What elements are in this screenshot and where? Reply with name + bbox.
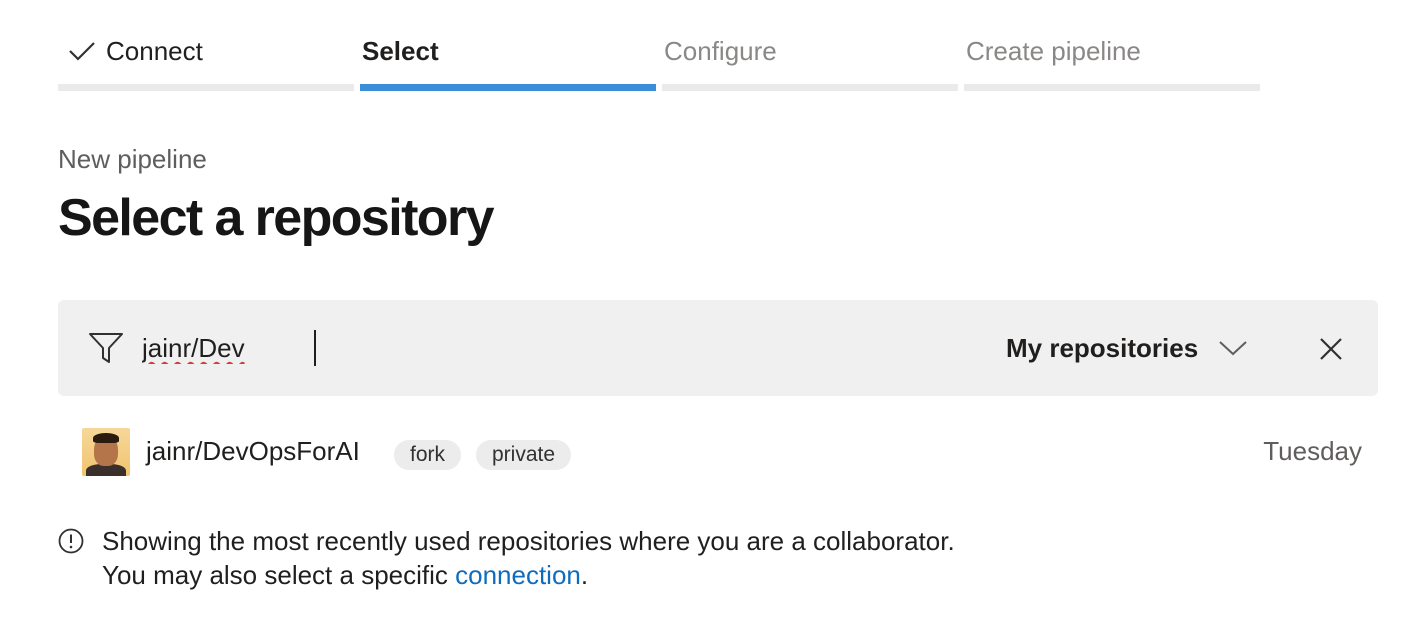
info-line-2-prefix: You may also select a specific [102,560,456,590]
step-connect-label-wrap: Connect [58,34,203,68]
page-subtitle: New pipeline [58,144,207,174]
new-pipeline-page: Connect Select Configure Create pipeline… [0,0,1426,640]
step-create-pipeline-label: Create pipeline [966,36,1141,66]
step-select-label: Select [362,36,439,66]
info-line-1: Showing the most recently used repositor… [102,526,955,556]
repository-search-input[interactable] [142,328,742,368]
avatar-hair [93,433,119,443]
step-configure-progress [662,84,958,91]
repository-filter-bar: My repositories [58,300,1378,396]
repository-name: jainr/DevOpsForAI [146,436,360,466]
connection-link[interactable]: connection [455,560,581,590]
fork-badge: fork [394,440,462,470]
repository-last-used-date: Tuesday [1263,436,1362,466]
avatar [82,428,130,476]
step-create-pipeline[interactable]: Create pipeline [964,30,1260,92]
filter-icon [89,333,123,363]
step-configure[interactable]: Configure [662,30,958,92]
repository-scope-dropdown[interactable]: My repositories [1006,326,1248,370]
text-cursor [314,330,316,366]
step-connect[interactable]: Connect [58,30,354,92]
repository-list-item[interactable]: jainr/DevOpsForAI fork private Tuesday [58,410,1378,494]
step-create-pipeline-progress [964,84,1260,91]
close-icon[interactable] [1318,336,1344,362]
check-icon [69,42,95,61]
chevron-down-icon [1219,341,1247,356]
private-badge: private [476,440,572,470]
step-configure-label: Configure [664,36,777,66]
pipeline-stepper: Connect Select Configure Create pipeline [58,30,1260,92]
step-select[interactable]: Select [360,30,656,92]
info-line-2-suffix: . [580,560,589,590]
step-connect-progress [58,84,354,91]
repository-scope-label: My repositories [1006,332,1199,363]
info-message: Showing the most recently used repositor… [102,524,955,592]
info-icon [58,528,84,554]
step-connect-label: Connect [106,36,203,66]
step-select-progress [360,84,656,91]
info-line-2: You may also select a specific connectio… [102,558,955,592]
page-title: Select a repository [58,189,495,247]
